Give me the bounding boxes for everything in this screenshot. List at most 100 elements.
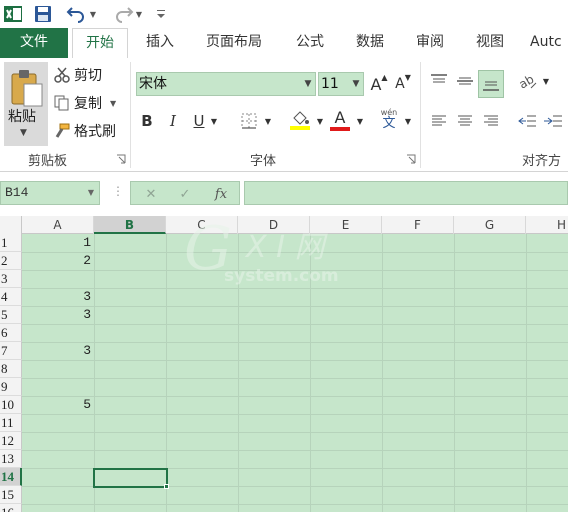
enter-entry-icon[interactable]: ✓ [175,184,195,204]
cell-a5[interactable]: 3 [22,306,94,324]
row-header-2[interactable]: 2 [0,252,22,270]
row-header-11[interactable]: 11 [0,414,22,432]
borders-dropdown-icon[interactable]: ▼ [262,110,274,132]
font-size-dropdown-icon[interactable]: ▼ [348,72,364,96]
tab-view[interactable]: 视图 [466,28,514,58]
save-button[interactable] [32,3,54,25]
row-header-15[interactable]: 15 [0,486,22,504]
underline-button[interactable]: U [190,110,208,132]
tab-file[interactable]: 文件 [0,28,68,58]
underline-dropdown-icon[interactable]: ▼ [208,110,220,132]
orientation-button[interactable]: ab [516,70,540,92]
align-left-button[interactable] [428,110,450,132]
column-header-a[interactable]: A [22,216,94,234]
insert-function-icon[interactable]: fx [211,184,231,204]
fill-color-dropdown-icon[interactable]: ▼ [314,110,326,132]
font-color-bar [330,127,350,131]
format-painter-button[interactable]: 格式刷 [52,120,116,142]
cell-a8[interactable] [22,360,94,378]
undo-button[interactable]: ▼ [64,3,98,25]
row-header-10[interactable]: 10 [0,396,22,414]
cell-a10[interactable]: 5 [22,396,94,414]
worksheet-grid[interactable]: A B C D E F G H 1 2 3 4 5 6 7 8 9 10 11 … [0,216,568,512]
cell-a9[interactable] [22,378,94,396]
column-header-b[interactable]: B [94,216,166,234]
decrease-indent-button[interactable] [516,110,538,132]
column-header-f[interactable]: F [382,216,454,234]
row-header-6[interactable]: 6 [0,324,22,342]
copy-dropdown-icon[interactable]: ▼ [110,99,116,108]
cancel-entry-icon[interactable]: ✕ [141,184,161,204]
shrink-font-button[interactable]: A ▼ [394,73,412,95]
font-color-dropdown-icon[interactable]: ▼ [354,110,366,132]
tab-formulas[interactable]: 公式 [286,28,334,58]
grow-font-button[interactable]: A ▲ [370,73,388,95]
row-header-7[interactable]: 7 [0,342,22,360]
font-color-button[interactable]: A [328,106,352,134]
row-header-14[interactable]: 14 [0,468,22,486]
italic-button[interactable]: I [164,110,182,132]
formula-bar-grip-icon[interactable]: ⋮ [112,184,124,198]
tab-more[interactable]: Autc [530,28,568,58]
align-top-button[interactable] [428,70,450,92]
align-right-button[interactable] [480,110,502,132]
row-header-8[interactable]: 8 [0,360,22,378]
cell-a4[interactable]: 3 [22,288,94,306]
row-header-4[interactable]: 4 [0,288,22,306]
tab-insert[interactable]: 插入 [138,28,182,58]
row-header-9[interactable]: 9 [0,378,22,396]
tab-page-layout[interactable]: 页面布局 [196,28,272,58]
tab-review[interactable]: 审阅 [406,28,454,58]
clipboard-launcher-icon[interactable] [116,154,126,164]
row-header-16[interactable]: 16 [0,504,22,512]
bold-button[interactable]: B [138,110,156,132]
font-launcher-icon[interactable] [406,154,416,164]
cell-a7[interactable]: 3 [22,342,94,360]
cell-a1[interactable]: 1 [22,234,94,252]
increase-indent-button[interactable] [542,110,564,132]
select-all-button[interactable] [0,216,22,234]
formula-buttons: ✕ ✓ fx [130,181,240,205]
borders-button[interactable] [238,110,260,132]
fill-color-bar [290,126,310,130]
quick-access-toolbar: ▼ ▼ [0,0,568,28]
name-box-dropdown-icon[interactable]: ▼ [84,181,98,205]
row-header-3[interactable]: 3 [0,270,22,288]
cell-a6[interactable] [22,324,94,342]
font-name-dropdown-icon[interactable]: ▼ [300,72,316,96]
fill-handle[interactable] [164,484,169,489]
row-header-13[interactable]: 13 [0,450,22,468]
copy-button[interactable]: 复制 ▼ [52,92,116,114]
orientation-dropdown-icon[interactable]: ▼ [540,70,552,92]
tab-data[interactable]: 数据 [346,28,394,58]
align-center-button[interactable] [454,110,476,132]
row-header-1[interactable]: 1 [0,234,22,252]
gridline [22,378,568,379]
formula-input[interactable] [244,181,568,205]
redo-button[interactable]: ▼ [110,3,144,25]
gridline [22,504,568,505]
customize-qat-button[interactable] [154,3,168,25]
cell-a2[interactable]: 2 [22,252,94,270]
phonetic-guide-button[interactable]: wén 文 [378,104,400,134]
column-header-g[interactable]: G [454,216,526,234]
align-center-icon [458,115,472,126]
cut-button[interactable]: 剪切 [52,64,102,86]
gridline [22,324,568,325]
phonetic-dropdown-icon[interactable]: ▼ [402,110,414,132]
cell-a3[interactable] [22,270,94,288]
font-name-input[interactable]: 宋体 [136,72,316,96]
align-bottom-button[interactable] [478,70,504,98]
row-header-5[interactable]: 5 [0,306,22,324]
align-middle-button[interactable] [454,70,476,92]
copy-label: 复制 [74,96,102,112]
gridline [382,234,383,512]
tab-home[interactable]: 开始 [72,28,128,59]
active-cell-b14[interactable] [93,468,168,488]
redo-dropdown-icon[interactable]: ▼ [136,10,142,19]
fill-color-button[interactable] [288,106,312,134]
undo-dropdown-icon[interactable]: ▼ [90,10,96,19]
paste-dropdown-icon[interactable]: ▼ [20,128,27,138]
row-header-12[interactable]: 12 [0,432,22,450]
column-header-h[interactable]: H [526,216,568,234]
